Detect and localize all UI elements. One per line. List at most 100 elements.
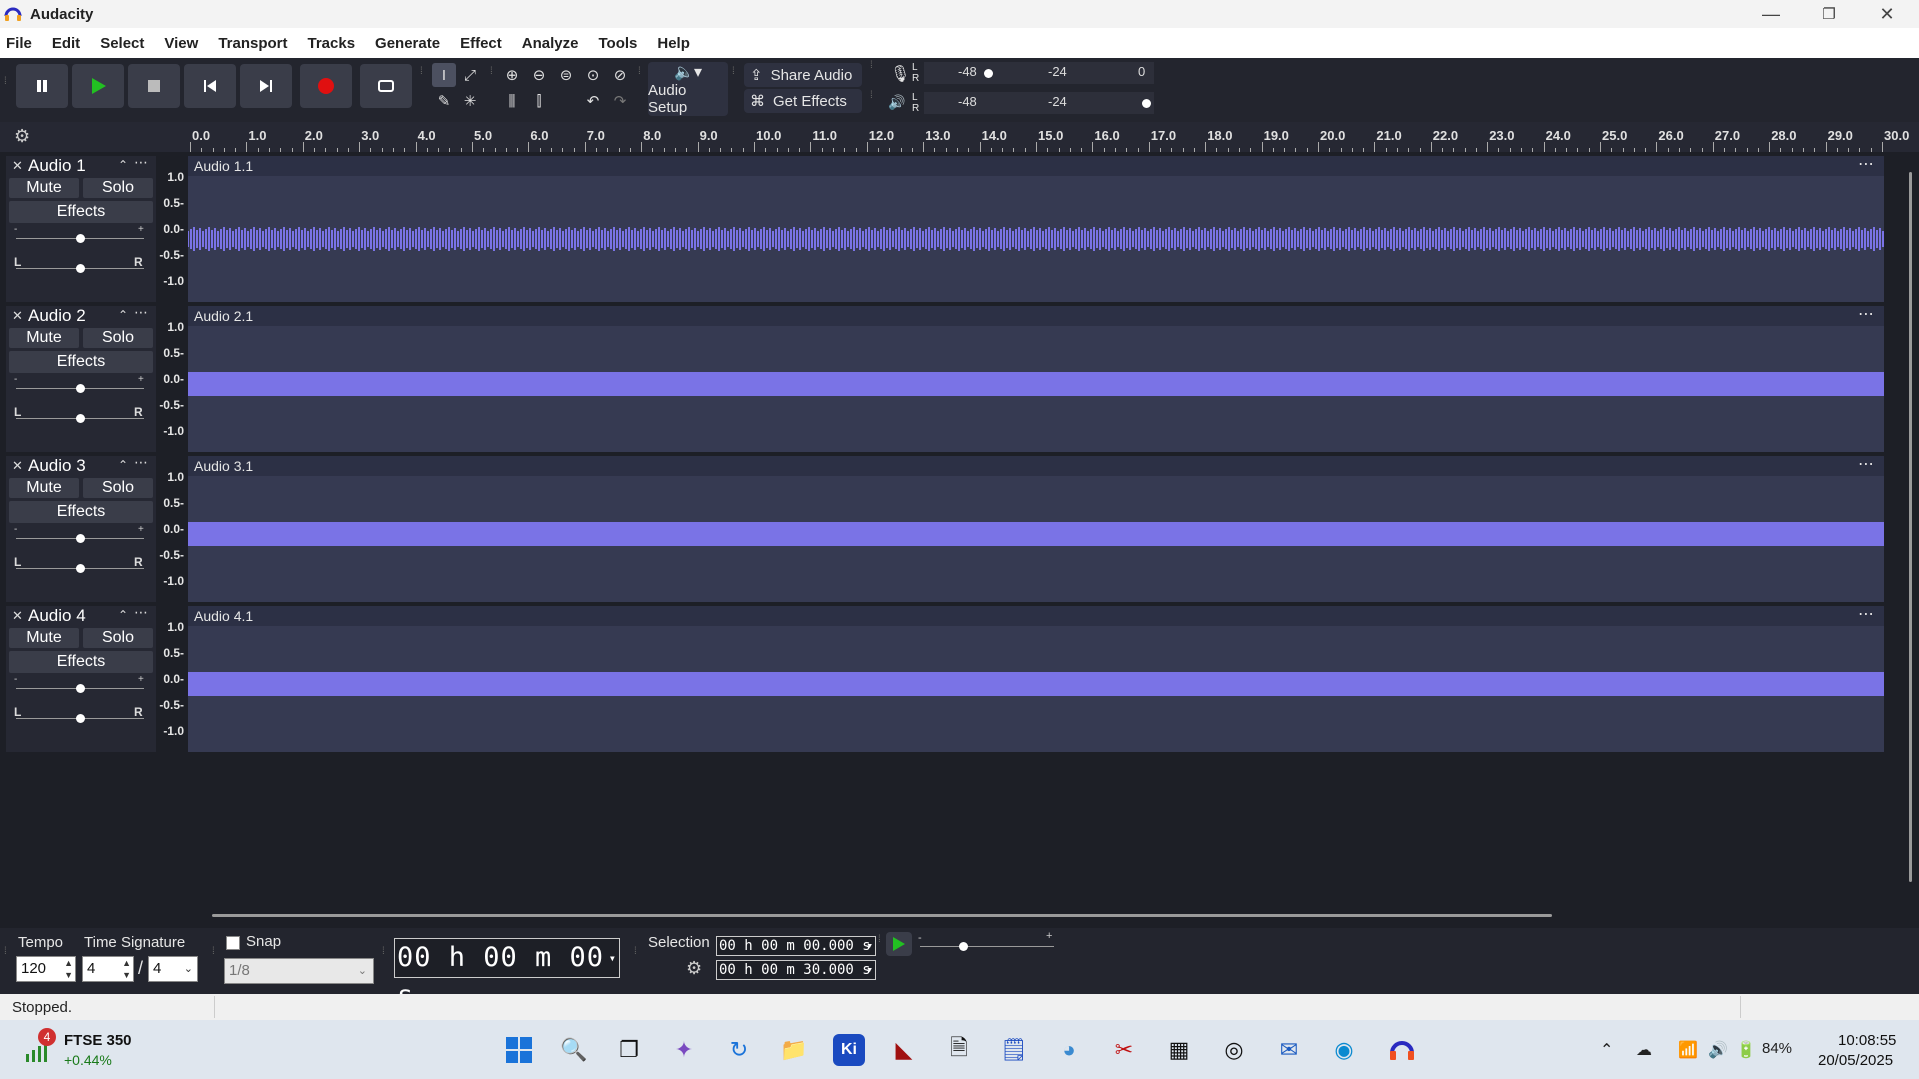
tools-grip[interactable]: ⁞ (420, 67, 426, 88)
redo-icon[interactable]: ↷ (608, 89, 632, 113)
clip-header[interactable]: Audio 3.1 ⋯ (188, 456, 1884, 476)
notes-icon[interactable]: 🗒 (998, 1034, 1030, 1066)
clip-menu-icon[interactable]: ⋯ (1858, 454, 1874, 474)
clock-date[interactable]: 20/05/2025 (1818, 1052, 1893, 1069)
vertical-scroll-thumb[interactable] (1909, 172, 1912, 882)
skip-to-start-button[interactable] (184, 64, 236, 108)
record-meter-grip[interactable]: ⁞ (870, 61, 876, 82)
track-close-icon[interactable]: ✕ (12, 158, 23, 174)
horizontal-scroll-thumb[interactable] (212, 914, 1552, 917)
pan-slider-knob[interactable] (76, 714, 85, 723)
copilot-icon[interactable]: ✦ (668, 1034, 700, 1066)
edit-grip[interactable]: ⁞ (490, 67, 496, 88)
track-close-icon[interactable]: ✕ (12, 308, 23, 324)
menu-view[interactable]: View (164, 35, 198, 52)
solo-button[interactable]: Solo (83, 628, 153, 648)
speed-slider-knob[interactable] (959, 942, 968, 951)
amplitude-scale[interactable]: 1.0 0.5- 0.0- -0.5- -1.0 (156, 306, 188, 452)
mute-button[interactable]: Mute (9, 478, 79, 498)
tempo-grip[interactable]: ⁞ (4, 947, 10, 968)
solo-button[interactable]: Solo (83, 178, 153, 198)
track-name[interactable]: Audio 2 (28, 306, 86, 326)
audio-setup-grip[interactable]: ⁞ (638, 67, 644, 88)
mute-button[interactable]: Mute (9, 628, 79, 648)
task-view-icon[interactable]: ❐ (613, 1034, 645, 1066)
mute-button[interactable]: Mute (9, 328, 79, 348)
pause-button[interactable] (16, 64, 68, 108)
menu-file[interactable]: File (6, 35, 32, 52)
draw-tool-icon[interactable]: ✎ (432, 89, 456, 113)
record-button[interactable] (300, 64, 352, 108)
mute-button[interactable]: Mute (9, 178, 79, 198)
clip-header[interactable]: Audio 4.1 ⋯ (188, 606, 1884, 626)
amplitude-scale[interactable]: 1.0 0.5- 0.0- -0.5- -1.0 (156, 456, 188, 602)
share-grip[interactable]: ⁞ (732, 67, 738, 88)
audio-clip[interactable]: Audio 1.1 ⋯ (188, 156, 1884, 302)
audacity-taskbar-icon[interactable] (1386, 1034, 1418, 1066)
app-red-icon[interactable]: ◣ (888, 1034, 920, 1066)
track-control-panel[interactable]: ✕ Audio 3 ⌃ ⋯ Mute Solo Effects - + L R (6, 454, 156, 602)
effects-button[interactable]: Effects (9, 351, 153, 373)
playback-meter[interactable]: -48 -24 (924, 92, 1154, 114)
selection-tool-icon[interactable]: I (432, 63, 456, 87)
menu-generate[interactable]: Generate (375, 35, 440, 52)
track-name[interactable]: Audio 4 (28, 606, 86, 626)
menu-edit[interactable]: Edit (52, 35, 80, 52)
track-collapse-icon[interactable]: ⌃ (118, 458, 128, 472)
play-at-speed-button[interactable] (886, 932, 912, 956)
minimize-button[interactable]: — (1742, 0, 1800, 28)
pan-slider-knob[interactable] (76, 414, 85, 423)
stock-widget-icon[interactable]: 4 (22, 1028, 56, 1066)
clock-time[interactable]: 10:08:55 (1838, 1032, 1896, 1049)
audio-clip[interactable]: Audio 3.1 ⋯ (188, 456, 1884, 602)
solo-button[interactable]: Solo (83, 328, 153, 348)
pan-slider-knob[interactable] (76, 564, 85, 573)
menu-effect[interactable]: Effect (460, 35, 502, 52)
timeline-ruler[interactable]: ⚙ 0.0 1.0 2.0 3.0 4.0 5.0 6.0 7.0 8.0 9.0 10.0 11.0… (0, 122, 1919, 152)
track-collapse-icon[interactable]: ⌃ (118, 608, 128, 622)
file-explorer-icon[interactable]: 📁 (778, 1034, 810, 1066)
record-meter[interactable]: -48 -24 0 (924, 62, 1154, 84)
selection-end-field[interactable]: 00 h 00 m 30.000 s ▾ (716, 960, 876, 980)
selection-grip[interactable]: ⁞ (634, 947, 640, 968)
speed-slider-track[interactable] (920, 946, 1054, 947)
battery-icon[interactable]: 🔋 (1736, 1040, 1756, 1060)
timeline-settings-icon[interactable]: ⚙ (14, 126, 30, 147)
time-sig-numerator-input[interactable]: 4 ▲ ▼ (82, 956, 134, 982)
ki-app-icon[interactable]: Ki (833, 1034, 865, 1066)
track-control-panel[interactable]: ✕ Audio 1 ⌃ ⋯ Mute Solo Effects - + L R (6, 154, 156, 302)
playback-volume-knob[interactable] (1142, 99, 1151, 108)
menu-analyze[interactable]: Analyze (522, 35, 579, 52)
menu-help[interactable]: Help (657, 35, 690, 52)
track-control-panel[interactable]: ✕ Audio 4 ⌃ ⋯ Mute Solo Effects - + L R (6, 604, 156, 752)
effects-button[interactable]: Effects (9, 501, 153, 523)
clip-menu-icon[interactable]: ⋯ (1858, 154, 1874, 174)
stop-button[interactable] (128, 64, 180, 108)
effects-button[interactable]: Effects (9, 201, 153, 223)
track-menu-icon[interactable]: ⋯ (134, 154, 148, 171)
play-at-speed-grip[interactable]: ⁞ (878, 935, 884, 956)
track-menu-icon[interactable]: ⋯ (134, 604, 148, 621)
fit-selection-icon[interactable]: ⊜ (554, 63, 578, 87)
snap-select[interactable]: 1/8 ⌄ (224, 958, 374, 984)
track-close-icon[interactable]: ✕ (12, 458, 23, 474)
notepad-icon[interactable]: 🗎 (943, 1034, 975, 1066)
loop-button[interactable] (360, 64, 412, 108)
gain-slider-knob[interactable] (76, 534, 85, 543)
clip-menu-icon[interactable]: ⋯ (1858, 304, 1874, 324)
onedrive-icon[interactable]: ☁ (1636, 1040, 1652, 1060)
vertical-scrollbar[interactable] (1903, 152, 1919, 904)
track-control-panel[interactable]: ✕ Audio 2 ⌃ ⋯ Mute Solo Effects - + L R (6, 304, 156, 452)
selection-start-field[interactable]: 00 h 00 m 00.000 s ▾ (716, 936, 876, 956)
pan-slider-knob[interactable] (76, 264, 85, 273)
menu-tracks[interactable]: Tracks (308, 35, 356, 52)
gain-slider-knob[interactable] (76, 234, 85, 243)
time-sig-denominator-select[interactable]: 4 ⌄ (148, 956, 198, 982)
zoom-toggle-icon[interactable]: ⊘ (608, 63, 632, 87)
selection-settings-icon[interactable]: ⚙ (686, 958, 702, 979)
menu-tools[interactable]: Tools (598, 35, 637, 52)
snap-grip[interactable]: ⁞ (212, 947, 218, 968)
globe-app-icon[interactable]: ◕ (1053, 1034, 1085, 1066)
audio-clip[interactable]: Audio 4.1 ⋯ (188, 606, 1884, 752)
get-effects-button[interactable]: ⌘ Get Effects (744, 89, 862, 113)
